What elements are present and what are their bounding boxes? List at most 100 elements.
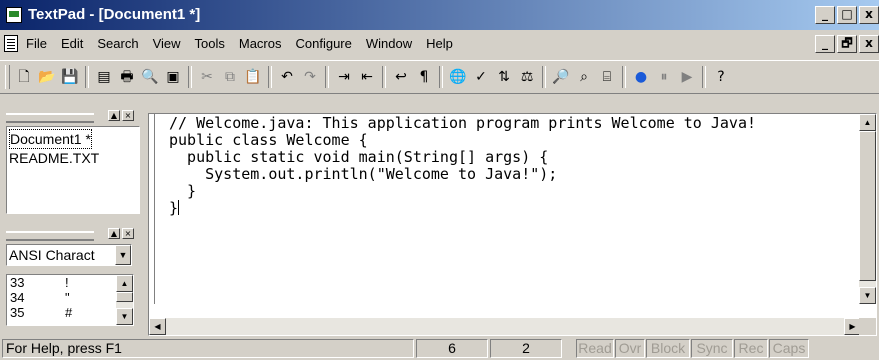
screen-icon[interactable]: ▣	[163, 66, 183, 88]
save-icon[interactable]: 💾	[60, 66, 80, 88]
word-wrap-icon[interactable]: ↩	[391, 66, 411, 88]
cut-icon[interactable]: ✂	[197, 66, 217, 88]
close-button[interactable]: x	[859, 6, 879, 24]
compare-icon[interactable]: ⚖	[517, 66, 537, 88]
document-minimize-button[interactable]: _	[815, 35, 835, 53]
toolbar-separator	[382, 66, 386, 88]
copy-icon[interactable]: ⧉	[220, 66, 240, 88]
clip-library-selected: ANSI Charact	[9, 247, 95, 263]
minimize-button[interactable]: _	[815, 6, 835, 24]
web-browser-icon[interactable]: 🌐	[448, 66, 468, 88]
status-caps-indicator: Caps	[769, 339, 809, 358]
scroll-thumb[interactable]	[859, 131, 876, 281]
scroll-thumb[interactable]	[116, 292, 133, 302]
code-text[interactable]: // Welcome.java: This application progra…	[169, 115, 756, 217]
print-icon[interactable]: 🖶	[117, 66, 137, 88]
editor-margin	[154, 114, 155, 304]
spell-check-icon[interactable]: ✓	[471, 66, 491, 88]
toolbar-separator	[622, 66, 626, 88]
menu-window[interactable]: Window	[366, 36, 412, 51]
editor-vertical-scrollbar[interactable]: ▲ ▼	[859, 114, 876, 304]
code-line: System.out.println("Welcome to Java!");	[169, 165, 558, 183]
chevron-down-icon[interactable]: ▼	[115, 245, 131, 265]
editor-horizontal-scrollbar[interactable]: ◀ ▶	[149, 318, 861, 335]
status-bar: For Help, press F1 6 2 Read Ovr Block Sy…	[0, 338, 879, 360]
title-bar: TextPad - [Document1 *] _ □ x	[0, 0, 879, 30]
toolbar: 🗋 📂 💾 ▤ 🖶 🔍 ▣ ✂ ⧉ 📋 ↶ ↷ ⇥ ⇤ ↩ ¶ 🌐 ✓ ⇅ ⚖ …	[0, 60, 879, 94]
list-item[interactable]: 35 #	[7, 305, 133, 320]
clip-library-titlebar[interactable]: ▲ ×	[6, 228, 136, 241]
paste-icon[interactable]: 📋	[243, 66, 263, 88]
scroll-up-icon[interactable]: ▲	[859, 114, 876, 131]
toolbar-separator	[325, 66, 329, 88]
record-macro-icon[interactable]: ●	[631, 66, 651, 88]
scroll-left-icon[interactable]: ◀	[149, 318, 166, 335]
menu-file[interactable]: File	[26, 36, 47, 51]
outdent-icon[interactable]: ⇤	[357, 66, 377, 88]
menu-configure[interactable]: Configure	[296, 36, 352, 51]
document-selector-titlebar[interactable]: ▲ ×	[6, 110, 136, 123]
document-restore-button[interactable]: 🗗	[837, 35, 857, 53]
scroll-up-icon[interactable]: ▲	[116, 275, 133, 292]
list-item[interactable]: 34 "	[7, 290, 133, 305]
panel-grip[interactable]	[6, 231, 94, 241]
document-close-button[interactable]: x	[859, 35, 879, 53]
document-item[interactable]: Document1 *	[9, 129, 92, 149]
menu-tools[interactable]: Tools	[195, 36, 225, 51]
scroll-down-icon[interactable]: ▼	[116, 308, 133, 325]
context-help-icon[interactable]: ?	[711, 66, 731, 88]
menu-search[interactable]: Search	[97, 36, 138, 51]
show-paragraph-icon[interactable]: ¶	[414, 66, 434, 88]
maximize-button[interactable]: □	[837, 6, 857, 24]
character-list: 33 ! 34 " 35 # ▲ ▼	[6, 274, 134, 326]
find-in-files-icon[interactable]: ⌕	[574, 66, 594, 88]
undo-icon[interactable]: ↶	[277, 66, 297, 88]
status-help-text: For Help, press F1	[2, 339, 414, 358]
play-macro-icon[interactable]: ▶	[677, 66, 697, 88]
text-caret	[178, 200, 180, 215]
menu-help[interactable]: Help	[426, 36, 453, 51]
menu-edit[interactable]: Edit	[61, 36, 83, 51]
toolbar-separator	[85, 66, 89, 88]
indent-icon[interactable]: ⇥	[334, 66, 354, 88]
menu-view[interactable]: View	[153, 36, 181, 51]
char-code: 33	[10, 275, 25, 290]
toolbar-separator	[439, 66, 443, 88]
document-item[interactable]: README.TXT	[9, 149, 137, 167]
panel-close-icon[interactable]: ×	[122, 228, 134, 239]
panel-close-icon[interactable]: ×	[122, 110, 134, 121]
scrollbar-corner	[859, 318, 876, 335]
status-line-number: 6	[416, 339, 488, 358]
pause-macro-icon[interactable]: ⏸	[654, 66, 674, 88]
new-document-icon[interactable]: 🗋	[14, 66, 34, 88]
manage-files-icon[interactable]: ▤	[94, 66, 114, 88]
char-glyph: "	[65, 290, 70, 305]
panel-maximize-icon[interactable]: ▲	[108, 110, 120, 121]
panel-maximize-icon[interactable]: ▲	[108, 228, 120, 239]
find-icon[interactable]: 🔎	[551, 66, 571, 88]
clip-library-select[interactable]: ANSI Charact ▼	[6, 244, 132, 266]
char-code: 35	[10, 305, 25, 320]
binoculars-icon[interactable]: ⌸	[597, 66, 617, 88]
code-line: public class Welcome {	[169, 131, 368, 149]
textpad-app-icon[interactable]	[6, 7, 22, 23]
toolbar-grip[interactable]	[5, 65, 10, 89]
character-list-scrollbar[interactable]: ▲ ▼	[116, 275, 133, 325]
code-line: }	[169, 199, 179, 217]
open-folder-icon[interactable]: 📂	[37, 66, 57, 88]
sort-icon[interactable]: ⇅	[494, 66, 514, 88]
panel-grip[interactable]	[6, 113, 94, 123]
status-overwrite-indicator: Ovr	[615, 339, 645, 358]
toolbar-separator	[188, 66, 192, 88]
document-icon[interactable]	[4, 35, 18, 52]
toolbar-separator	[268, 66, 272, 88]
print-preview-icon[interactable]: 🔍	[140, 66, 160, 88]
editor-area[interactable]: // Welcome.java: This application progra…	[148, 113, 877, 336]
status-sync-indicator: Sync	[691, 339, 733, 358]
code-line: }	[169, 182, 197, 200]
redo-icon[interactable]: ↷	[300, 66, 320, 88]
code-line: public static void main(String[] args) {	[169, 148, 549, 166]
list-item[interactable]: 33 !	[7, 275, 133, 290]
menu-macros[interactable]: Macros	[239, 36, 282, 51]
scroll-down-icon[interactable]: ▼	[859, 287, 876, 304]
